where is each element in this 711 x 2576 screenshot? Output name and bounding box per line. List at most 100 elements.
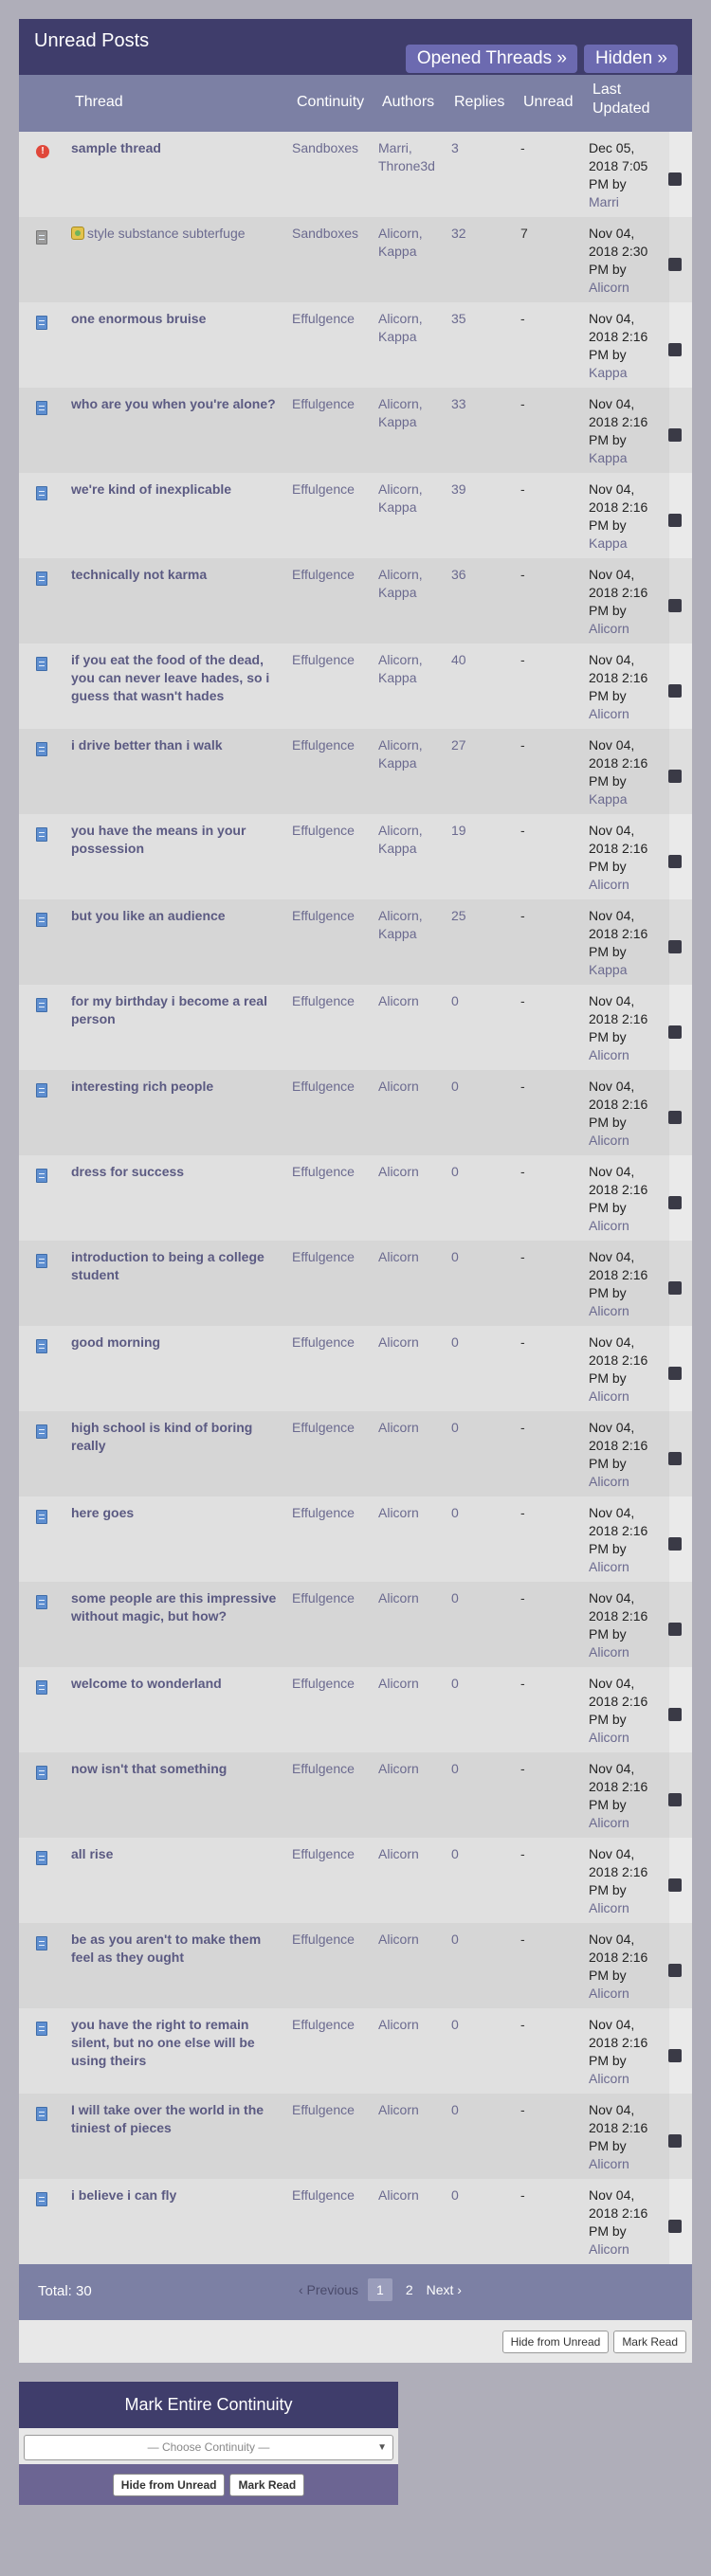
thread-link[interactable]: good morning [71,1333,280,1351]
thread-link[interactable]: interesting rich people [71,1078,280,1096]
updated-user-link[interactable]: Kappa [589,961,665,979]
continuity-hide-from-unread-button[interactable]: Hide from Unread [112,2473,226,2496]
unread-thread-icon[interactable] [36,316,47,330]
continuity-link[interactable]: Sandboxes [292,139,358,157]
thread-link[interactable]: technically not karma [71,566,280,584]
row-select-checkbox[interactable] [668,1367,682,1380]
row-select-checkbox[interactable] [668,1793,682,1806]
authors[interactable]: Alicorn [378,1504,449,1522]
col-last-updated-1[interactable]: Last [592,82,621,99]
row-select-checkbox[interactable] [668,1452,682,1465]
authors[interactable]: Marri, Throne3d [378,139,449,175]
continuity-link[interactable]: Effulgence [292,907,355,925]
page-2-link[interactable]: 2 [402,2278,417,2301]
row-select-checkbox[interactable] [668,599,682,612]
row-select-checkbox[interactable] [668,1111,682,1124]
thread-link[interactable]: sample thread [71,139,280,157]
authors[interactable]: Alicorn [378,992,449,1010]
unread-thread-icon[interactable] [36,998,47,1012]
unread-thread-icon[interactable] [36,1936,47,1950]
continuity-link[interactable]: Effulgence [292,2016,355,2034]
thread-link[interactable]: here goes [71,1504,280,1522]
authors[interactable]: Alicorn, Kappa [378,822,449,858]
row-select-checkbox[interactable] [668,428,682,442]
authors[interactable]: Alicorn, Kappa [378,566,449,602]
continuity-link[interactable]: Sandboxes [292,225,358,243]
updated-user-link[interactable]: Kappa [589,364,665,382]
row-select-checkbox[interactable] [668,940,682,953]
row-select-checkbox[interactable] [668,514,682,527]
unread-thread-icon[interactable] [36,2022,47,2036]
authors[interactable]: Alicorn [378,2101,449,2119]
continuity-link[interactable]: Effulgence [292,1248,355,1266]
continuity-link[interactable]: Effulgence [292,651,355,669]
updated-user-link[interactable]: Alicorn [589,876,665,894]
updated-user-link[interactable]: Alicorn [589,1558,665,1576]
row-select-checkbox[interactable] [668,2049,682,2062]
unread-thread-icon[interactable] [36,1169,47,1183]
continuity-link[interactable]: Effulgence [292,310,355,328]
updated-user-link[interactable]: Alicorn [589,1814,665,1832]
updated-user-link[interactable]: Alicorn [589,705,665,723]
continuity-link[interactable]: Effulgence [292,1931,355,1949]
authors[interactable]: Alicorn [378,1078,449,1096]
authors[interactable]: Alicorn [378,1931,449,1949]
row-select-checkbox[interactable] [668,1281,682,1295]
thread-link[interactable]: i drive better than i walk [71,736,280,754]
unread-thread-icon[interactable] [36,401,47,415]
continuity-link[interactable]: Effulgence [292,1504,355,1522]
thread-link[interactable]: high school is kind of boring really [71,1419,280,1455]
unread-thread-icon[interactable] [36,1595,47,1609]
thread-link[interactable]: if you eat the food of the dead, you can… [71,651,280,705]
row-select-checkbox[interactable] [668,770,682,783]
updated-user-link[interactable]: Alicorn [589,620,665,638]
row-select-checkbox[interactable] [668,855,682,868]
thread-link[interactable]: some people are this impressive without … [71,1589,280,1625]
unread-thread-icon[interactable] [36,1254,47,1268]
continuity-link[interactable]: Effulgence [292,992,355,1010]
unread-thread-icon[interactable] [36,1851,47,1865]
updated-user-link[interactable]: Alicorn [589,279,665,297]
authors[interactable]: Alicorn [378,1760,449,1778]
continuity-link[interactable]: Effulgence [292,1760,355,1778]
opened-threads-button[interactable]: Opened Threads » [405,45,577,73]
updated-user-link[interactable]: Alicorn [589,1302,665,1320]
row-select-checkbox[interactable] [668,343,682,356]
row-select-checkbox[interactable] [668,1623,682,1636]
hidden-button[interactable]: Hidden » [583,45,678,73]
continuity-link[interactable]: Effulgence [292,1333,355,1351]
updated-user-link[interactable]: Kappa [589,790,665,808]
next-page-link[interactable]: Next › [427,2282,462,2297]
row-select-checkbox[interactable] [668,1025,682,1039]
unread-thread-icon[interactable] [36,571,47,586]
continuity-link[interactable]: Effulgence [292,1419,355,1437]
col-thread[interactable]: Thread [75,94,123,111]
row-select-checkbox[interactable] [668,1708,682,1721]
authors[interactable]: Alicorn, Kappa [378,481,449,517]
authors[interactable]: Alicorn [378,1845,449,1863]
updated-user-link[interactable]: Alicorn [589,1046,665,1064]
unread-thread-icon[interactable] [36,913,47,927]
authors[interactable]: Alicorn [378,2186,449,2204]
thread-link[interactable]: now isn't that something [71,1760,280,1778]
authors[interactable]: Alicorn, Kappa [378,395,449,431]
unread-thread-icon[interactable] [36,1339,47,1353]
thread-link[interactable]: but you like an audience [71,907,280,925]
unread-thread-icon[interactable] [36,1424,47,1439]
authors[interactable]: Alicorn [378,1163,449,1181]
updated-user-link[interactable]: Kappa [589,449,665,467]
unread-thread-icon[interactable] [36,1510,47,1524]
authors[interactable]: Alicorn [378,1419,449,1437]
row-select-checkbox[interactable] [668,2220,682,2233]
authors[interactable]: Alicorn [378,1248,449,1266]
updated-user-link[interactable]: Marri [589,193,665,211]
authors[interactable]: Alicorn [378,1675,449,1693]
continuity-link[interactable]: Effulgence [292,2186,355,2204]
authors[interactable]: Alicorn, Kappa [378,736,449,772]
mark-read-button[interactable]: Mark Read [613,2330,686,2353]
row-select-checkbox[interactable] [668,258,682,271]
row-select-checkbox[interactable] [668,684,682,698]
row-select-checkbox[interactable] [668,172,682,186]
continuity-link[interactable]: Effulgence [292,2101,355,2119]
continuity-select[interactable]: — Choose Continuity — ▼ [24,2435,393,2460]
